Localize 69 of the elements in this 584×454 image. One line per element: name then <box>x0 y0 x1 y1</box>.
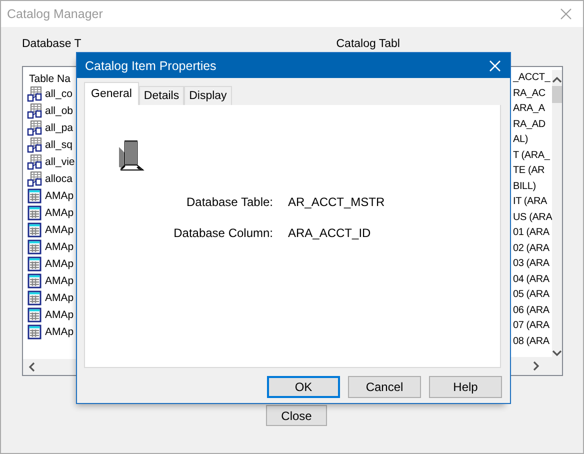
ok-button[interactable]: OK <box>267 376 340 398</box>
view-icon <box>27 120 43 136</box>
table-list-item[interactable]: AMAp <box>27 323 81 340</box>
catalog-list-item[interactable]: TE (AR <box>513 163 552 178</box>
catalog-list-item[interactable]: 07 (ARA <box>513 318 552 334</box>
table-icon <box>27 222 43 238</box>
catalog-list-item[interactable]: US (ARA <box>513 210 552 225</box>
table-list-item[interactable]: AMAp <box>27 238 81 255</box>
scroll-right-icon[interactable] <box>532 361 540 371</box>
table-list-item[interactable]: AMAp <box>27 272 81 289</box>
table-icon <box>27 204 43 220</box>
table-list-item[interactable]: all_ob <box>27 102 81 119</box>
scrollbar-thumb[interactable] <box>552 86 562 103</box>
view-icon <box>27 136 43 152</box>
catalog-list-item[interactable]: 03 (ARA <box>513 256 552 272</box>
catalog-list-item[interactable]: 05 (ARA <box>513 287 552 302</box>
view-icon <box>27 102 43 118</box>
catalog-list-item[interactable]: 04 (ARA <box>513 272 552 287</box>
table-list-item[interactable]: alloca <box>27 170 81 187</box>
catalog-list-item[interactable]: RA_AD <box>513 116 552 132</box>
table-list-item[interactable]: AMAp <box>27 204 81 221</box>
view-icon <box>27 170 43 186</box>
dialog-button[interactable]: Help <box>429 376 502 398</box>
scroll-down-icon[interactable] <box>552 349 562 357</box>
catalog-list-item[interactable]: AL) <box>513 132 552 148</box>
catalog-list-item[interactable]: RA_AC <box>513 86 552 101</box>
table-list-item[interactable]: AMAp <box>27 221 81 238</box>
list-label: Database T <box>22 38 82 52</box>
table-list-item[interactable]: AMAp <box>27 289 81 306</box>
table-icon <box>27 238 43 254</box>
catalog-list-item[interactable]: BILL) <box>513 178 552 194</box>
table-list-item[interactable]: all_co <box>27 85 81 102</box>
dialog-title: Catalog Item Properties <box>85 58 216 72</box>
field-label: Database Column: <box>172 226 273 240</box>
tab[interactable]: Display <box>184 86 232 105</box>
field-value: AR_ACCT_MSTR <box>288 195 385 209</box>
dialog-button[interactable]: Cancel <box>348 376 421 398</box>
table-icon <box>27 188 43 204</box>
table-list-item[interactable]: all_pa <box>27 119 81 136</box>
close-button[interactable]: Close <box>266 405 327 426</box>
table-list-item[interactable]: AMAp <box>27 187 81 204</box>
table-list-item[interactable]: AMAp <box>27 306 81 323</box>
scroll-up-icon[interactable] <box>552 76 562 84</box>
table-icon <box>27 272 43 288</box>
close-icon[interactable] <box>560 8 572 20</box>
field-value: ARA_ACCT_ID <box>288 226 372 240</box>
catalog-list-item[interactable]: 06 (ARA <box>513 302 552 318</box>
catalog-list-item[interactable]: ARA_A <box>513 101 552 116</box>
table-icon <box>27 290 43 306</box>
catalog-list-item[interactable]: _ACCT_ <box>513 70 552 86</box>
tab[interactable]: General <box>84 82 139 105</box>
table-list-item[interactable]: all_vie <box>27 153 81 170</box>
table-list-item[interactable]: AMAp <box>27 255 81 272</box>
view-icon <box>27 154 43 170</box>
catalog-list-item[interactable]: IT (ARA <box>513 194 552 210</box>
tab[interactable]: Details <box>138 86 184 105</box>
field-label: Database Table: <box>185 195 273 209</box>
view-icon <box>27 86 43 102</box>
table-icon <box>27 306 43 322</box>
catalog-list-item[interactable]: 01 (ARA <box>513 225 552 240</box>
table-icon <box>27 256 43 272</box>
catalog-list-item[interactable]: 02 (ARA <box>513 240 552 256</box>
list-label: Catalog Tabl <box>336 38 400 52</box>
catalog-list-item[interactable]: 08 (ARA <box>513 334 552 349</box>
catalog-list-item[interactable]: T (ARA_ <box>513 148 552 163</box>
table-list-item[interactable]: all_sq <box>27 136 81 153</box>
scroll-left-icon[interactable] <box>28 362 36 372</box>
table-icon <box>27 324 43 340</box>
window-title: Catalog Manager <box>7 7 103 21</box>
